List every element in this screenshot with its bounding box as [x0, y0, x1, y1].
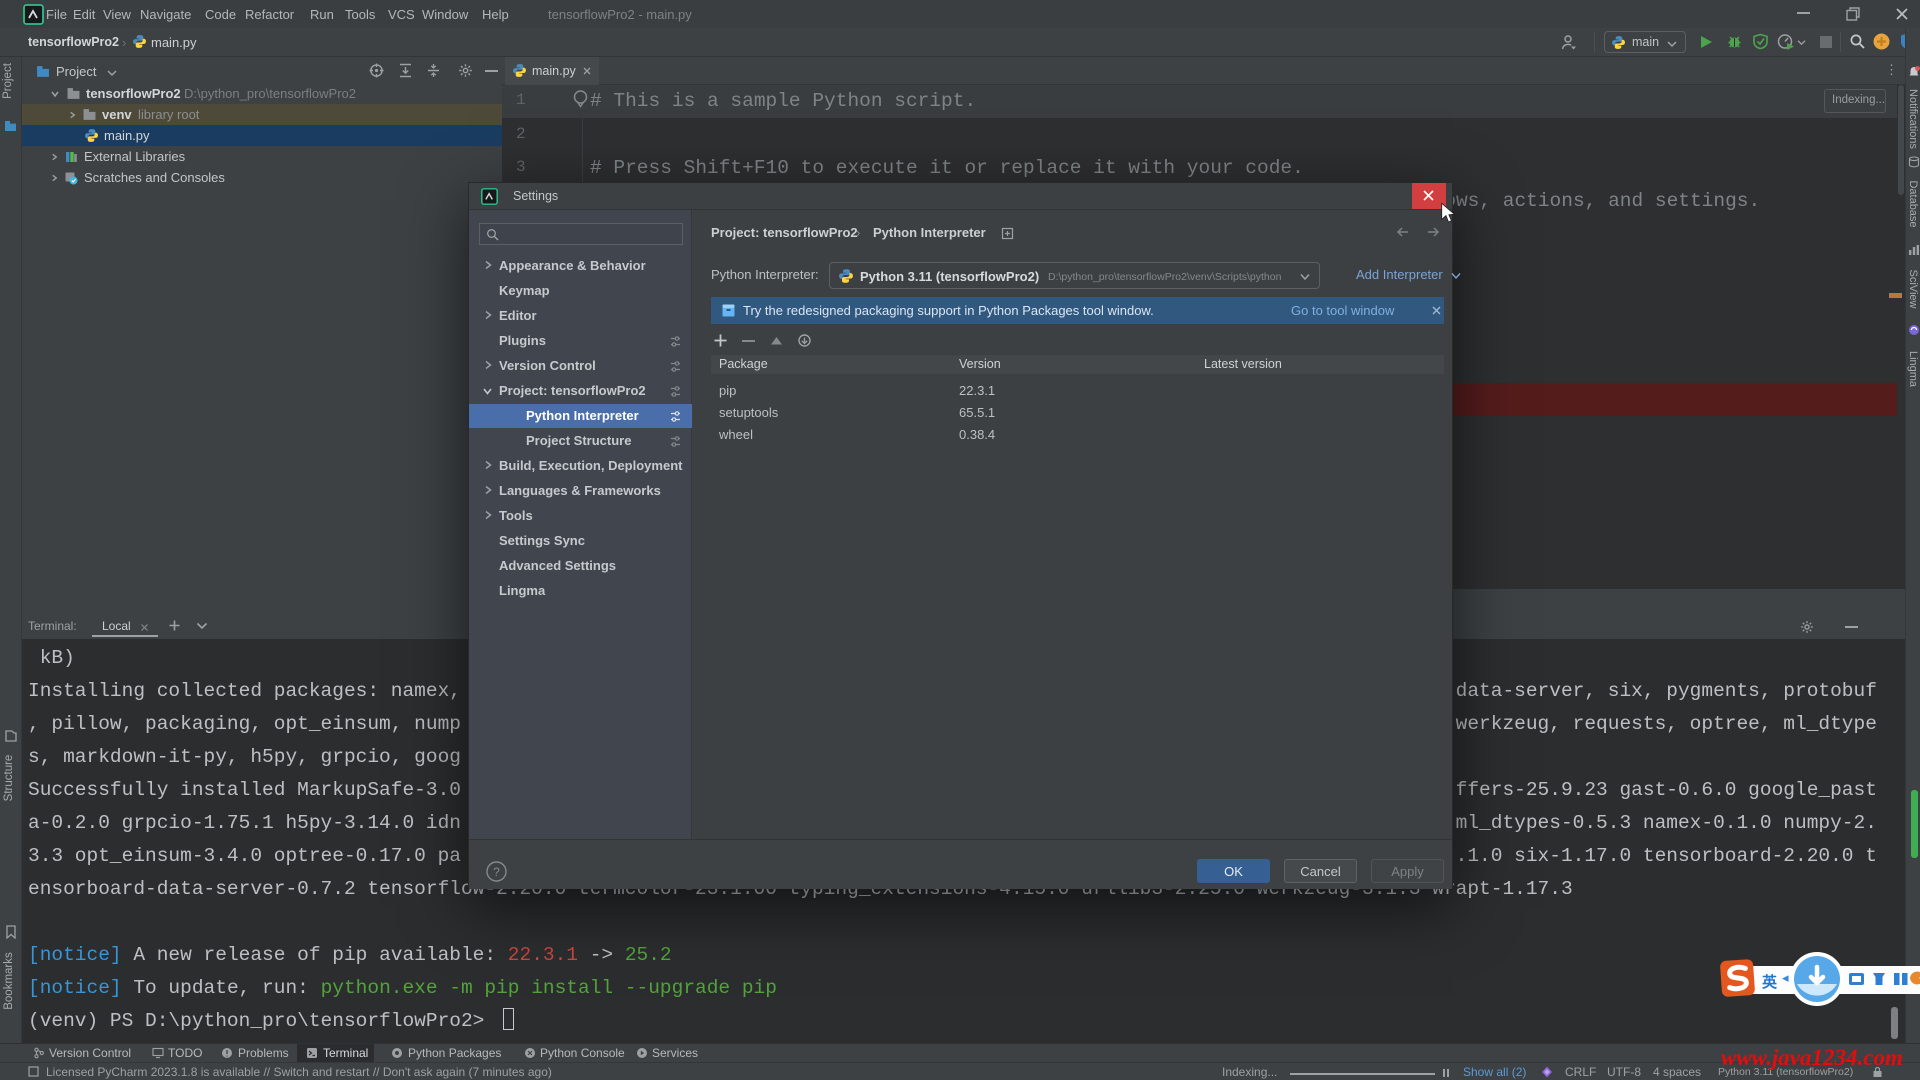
svg-text:?: ? — [493, 865, 500, 879]
